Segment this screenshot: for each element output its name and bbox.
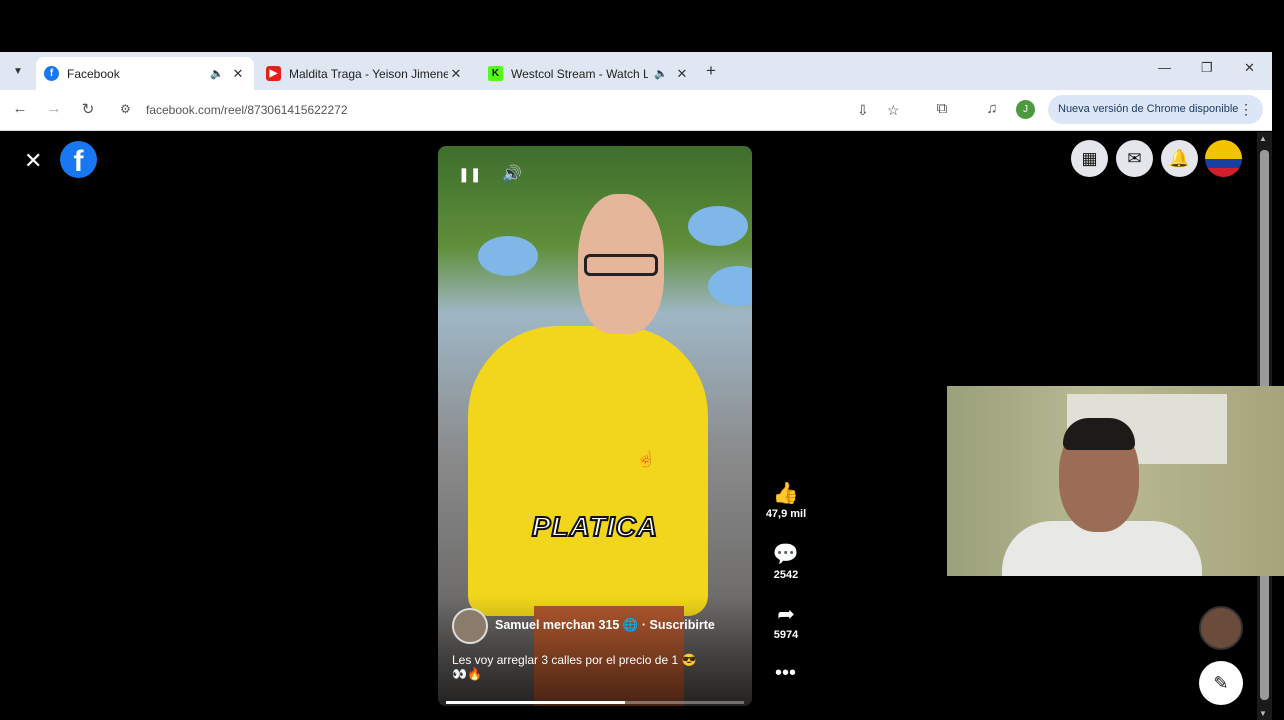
minimize-button[interactable]: — — [1158, 60, 1171, 75]
menu-grid-icon[interactable]: ▦ — [1071, 140, 1108, 177]
account-avatar[interactable] — [1205, 140, 1242, 177]
youtube-favicon-icon: ▶ — [266, 66, 281, 81]
comment-count: 2542 — [773, 569, 799, 581]
video-person-shirt — [468, 326, 708, 616]
comment-icon: 💬 — [772, 543, 800, 566]
more-options-icon[interactable]: ••• — [775, 662, 796, 685]
reel-video[interactable]: PLATICA ❚❚ 🔊 ☝ Samuel merchan 315 🌐 · Su… — [438, 146, 752, 706]
reload-button[interactable]: ↻ — [78, 100, 98, 118]
close-reel-icon[interactable]: ✕ — [24, 148, 42, 174]
profile-avatar[interactable]: J — [1016, 100, 1035, 119]
author-avatar[interactable] — [452, 608, 488, 644]
video-bg-shape — [688, 206, 748, 246]
kick-favicon-icon: K — [488, 66, 503, 81]
forward-button[interactable]: → — [44, 100, 64, 117]
webcam-overlay — [947, 386, 1284, 576]
video-bg-shape — [708, 266, 752, 306]
browser-toolbar: ← → ↻ ⚙ facebook.com/reel/87306141562227… — [0, 90, 1272, 131]
follow-button[interactable]: Suscribirte — [650, 618, 715, 632]
video-person-glasses — [584, 254, 658, 276]
volume-icon[interactable]: 🔊 — [502, 164, 522, 184]
pause-icon[interactable]: ❚❚ — [458, 166, 481, 183]
webcam-person-hair — [1063, 418, 1135, 450]
share-button[interactable]: ➦ 5974 — [760, 603, 812, 641]
tab-title: Maldita Traga - Yeison Jimenez — [289, 66, 448, 81]
video-progress-bar[interactable] — [446, 701, 744, 704]
install-app-icon[interactable]: ⇩ — [857, 102, 869, 119]
tab-title: Westcol Stream - Watch Live — [511, 66, 649, 81]
reel-caption[interactable]: Les voy arreglar 3 calles por el precio … — [452, 653, 696, 681]
url-text[interactable]: facebook.com/reel/873061415622272 — [146, 103, 348, 117]
comment-button[interactable]: 💬 2542 — [760, 543, 812, 581]
address-bar[interactable]: ⚙ facebook.com/reel/873061415622272 ⇩ ☆ — [112, 95, 912, 125]
facebook-logo[interactable]: f — [60, 141, 97, 178]
screen-top-bar — [0, 0, 1284, 52]
new-tab-button[interactable]: + — [706, 61, 716, 81]
video-progress-fill — [446, 701, 625, 704]
update-label: Nueva versión de Chrome disponible — [1058, 103, 1239, 115]
site-info-icon[interactable]: ⚙ — [120, 102, 131, 116]
reel-info-overlay — [438, 596, 752, 706]
author-name[interactable]: Samuel merchan 315 — [495, 618, 619, 632]
tab-youtube[interactable]: ▶ Maldita Traga - Yeison Jimenez ✕ — [258, 57, 472, 90]
browser-tab-strip: ▼ f Facebook 🔈 ✕ ▶ Maldita Traga - Yeiso… — [0, 52, 1272, 90]
globe-icon: 🌐 · — [622, 618, 650, 632]
caption-text: Les voy arreglar 3 calles por el precio … — [452, 653, 697, 667]
speaker-icon[interactable]: 🔈 — [210, 67, 224, 80]
tab-title: Facebook — [67, 66, 120, 81]
back-button[interactable]: ← — [10, 100, 30, 117]
chrome-update-button[interactable]: Nueva versión de Chrome disponible ⋮ — [1048, 95, 1263, 124]
restore-button[interactable]: ❐ — [1201, 60, 1213, 76]
tab-close-icon[interactable]: ✕ — [230, 66, 246, 82]
media-controls-icon[interactable]: ♫ — [982, 100, 1002, 117]
compose-icon[interactable]: ✎ — [1199, 661, 1243, 705]
tab-search-dropdown[interactable]: ▼ — [8, 62, 28, 82]
messenger-icon[interactable]: ✉ — [1116, 140, 1153, 177]
like-count: 47,9 mil — [765, 508, 807, 520]
kebab-menu-icon[interactable]: ⋮ — [1239, 95, 1253, 124]
like-button[interactable]: 👍 47,9 mil — [760, 482, 812, 520]
facebook-favicon-icon: f — [44, 66, 59, 81]
mouse-cursor-icon: ☝ — [636, 451, 656, 468]
bookmark-star-icon[interactable]: ☆ — [887, 102, 900, 119]
tab-close-icon[interactable]: ✕ — [674, 66, 690, 82]
tab-close-icon[interactable]: ✕ — [448, 66, 464, 82]
author-line: Samuel merchan 315 🌐 · Suscribirte — [495, 618, 715, 633]
next-reel-thumbnail[interactable] — [1199, 606, 1243, 650]
tab-kick[interactable]: K Westcol Stream - Watch Live 🔈 ✕ — [480, 57, 698, 90]
reel-overlay-text: PLATICA — [531, 510, 659, 543]
like-icon: 👍 — [772, 482, 800, 505]
caption-emojis: 👀🔥 — [452, 667, 482, 681]
share-icon: ➦ — [777, 603, 795, 626]
scroll-up-icon[interactable]: ▲ — [1259, 134, 1267, 143]
video-bg-shape — [478, 236, 538, 276]
share-count: 5974 — [773, 629, 799, 641]
tab-facebook[interactable]: f Facebook 🔈 ✕ — [36, 57, 254, 90]
close-window-button[interactable]: ✕ — [1244, 60, 1255, 76]
speaker-icon[interactable]: 🔈 — [654, 67, 668, 80]
extensions-icon[interactable]: ⧉ — [932, 100, 952, 117]
notifications-bell-icon[interactable]: 🔔 — [1161, 140, 1198, 177]
scroll-down-icon[interactable]: ▼ — [1259, 709, 1267, 718]
